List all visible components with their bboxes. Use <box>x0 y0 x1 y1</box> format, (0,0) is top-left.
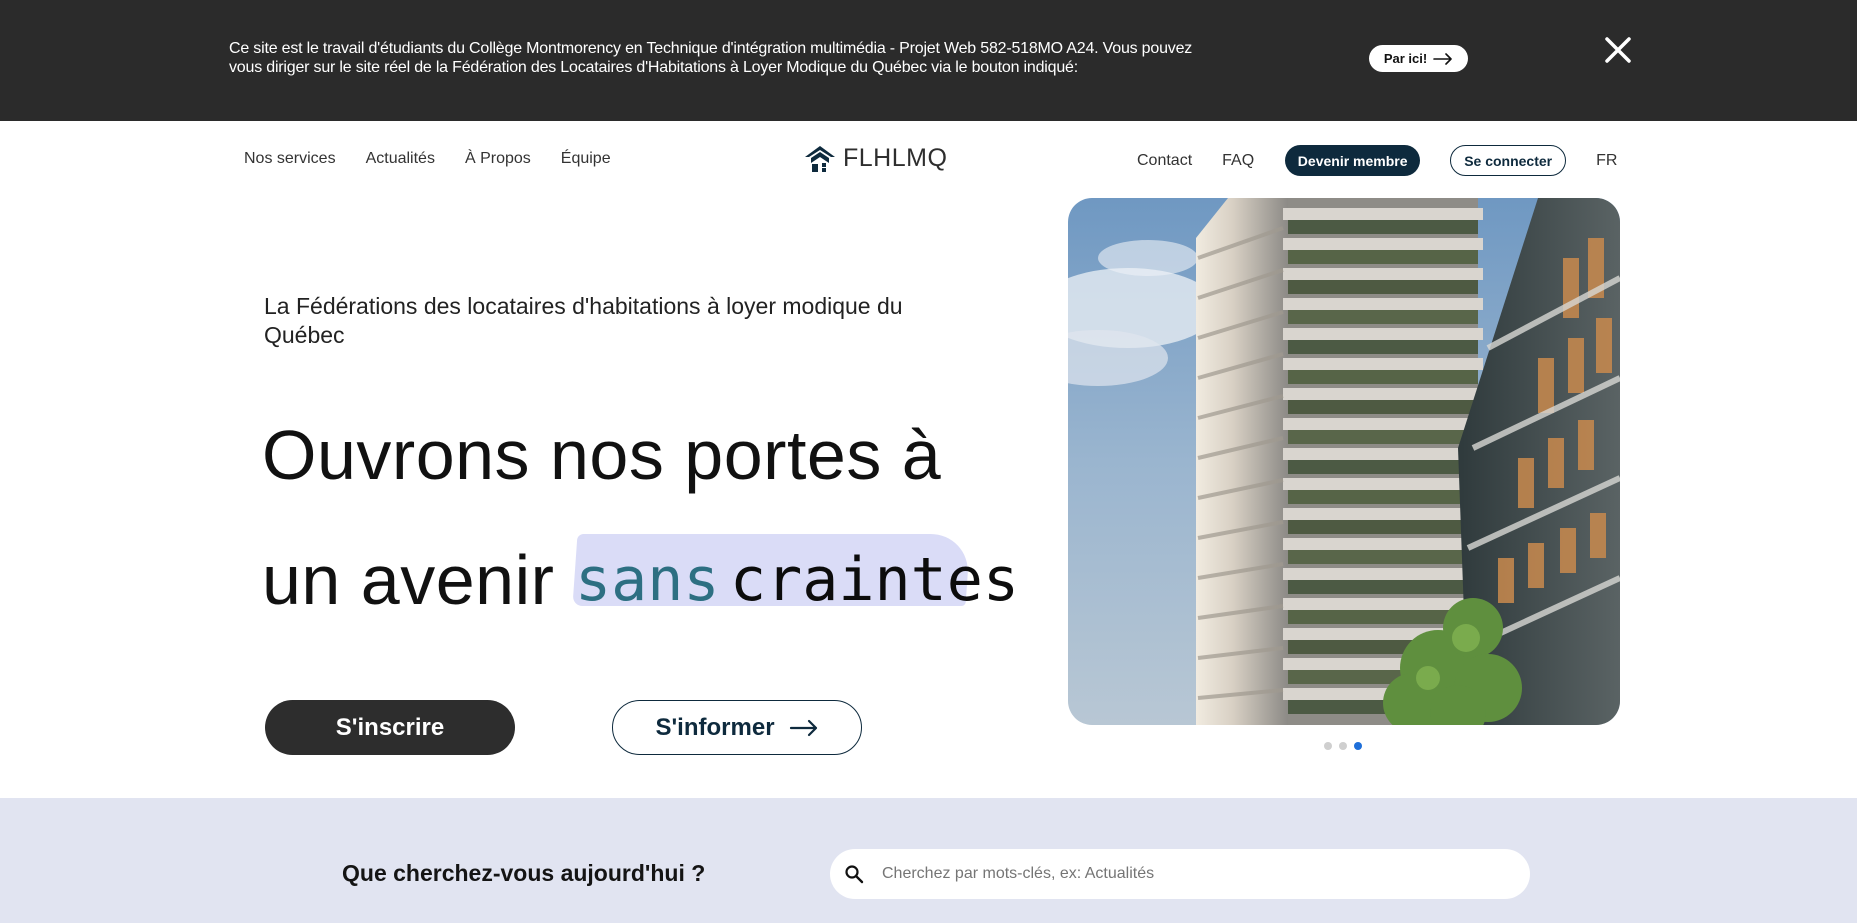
carousel-dot-3[interactable] <box>1354 742 1362 750</box>
hero-kicker: La Fédérations des locataires d'habitati… <box>264 293 903 348</box>
language-switch[interactable]: FR <box>1596 152 1617 170</box>
search-title: Que cherchez-vous aujourd'hui ? <box>342 860 706 886</box>
nav-item-contact[interactable]: Contact <box>1137 152 1192 170</box>
login-button[interactable]: Se connecter <box>1450 145 1567 176</box>
hero-headline-line1: Ouvrons nos portes à <box>262 416 942 494</box>
carousel-dot-1[interactable] <box>1324 742 1332 750</box>
hero-building-photo <box>1068 198 1620 725</box>
search-icon <box>845 865 864 884</box>
house-roof-icon <box>805 146 835 172</box>
learn-more-label: S'informer <box>655 713 775 741</box>
notice-link-button[interactable]: Par ici! <box>1369 45 1468 72</box>
nav-right-menu: Contact FAQ Devenir membre Se connecter … <box>1137 145 1617 176</box>
arrow-right-icon <box>1433 52 1452 65</box>
nav-item-faq[interactable]: FAQ <box>1222 152 1254 170</box>
nav-item-actualites[interactable]: Actualités <box>366 150 435 168</box>
hero-headline-line2: un avenir <box>262 541 555 619</box>
nav-item-services[interactable]: Nos services <box>244 150 336 168</box>
headline-highlight-word-craintes: craintes <box>730 545 1019 615</box>
search-box[interactable] <box>830 849 1530 899</box>
carousel-dot-2[interactable] <box>1339 742 1347 750</box>
nav-left-menu: Nos services Actualités À Propos Équipe <box>244 150 611 168</box>
notice-link-label: Par ici! <box>1383 51 1428 66</box>
logo-text: FLHLMQ <box>843 143 948 172</box>
learn-more-button[interactable]: S'informer <box>612 700 862 755</box>
nav-item-equipe[interactable]: Équipe <box>561 150 611 168</box>
arrow-right-icon <box>789 719 817 736</box>
notice-text: Ce site est le travail d'étudiants du Co… <box>229 40 1193 76</box>
signup-button[interactable]: S'inscrire <box>265 700 515 755</box>
nav-item-a-propos[interactable]: À Propos <box>465 150 531 168</box>
main-nav: Nos services Actualités À Propos Équipe … <box>0 121 1857 197</box>
carousel-dots <box>1324 742 1362 750</box>
search-input[interactable] <box>882 849 1512 899</box>
close-icon[interactable] <box>1603 35 1633 65</box>
become-member-button[interactable]: Devenir membre <box>1285 145 1421 176</box>
notice-banner: Ce site est le travail d'étudiants du Co… <box>0 0 1857 121</box>
headline-highlight-word-sans: sans <box>575 545 720 615</box>
site-logo[interactable]: FLHLMQ <box>803 141 947 175</box>
